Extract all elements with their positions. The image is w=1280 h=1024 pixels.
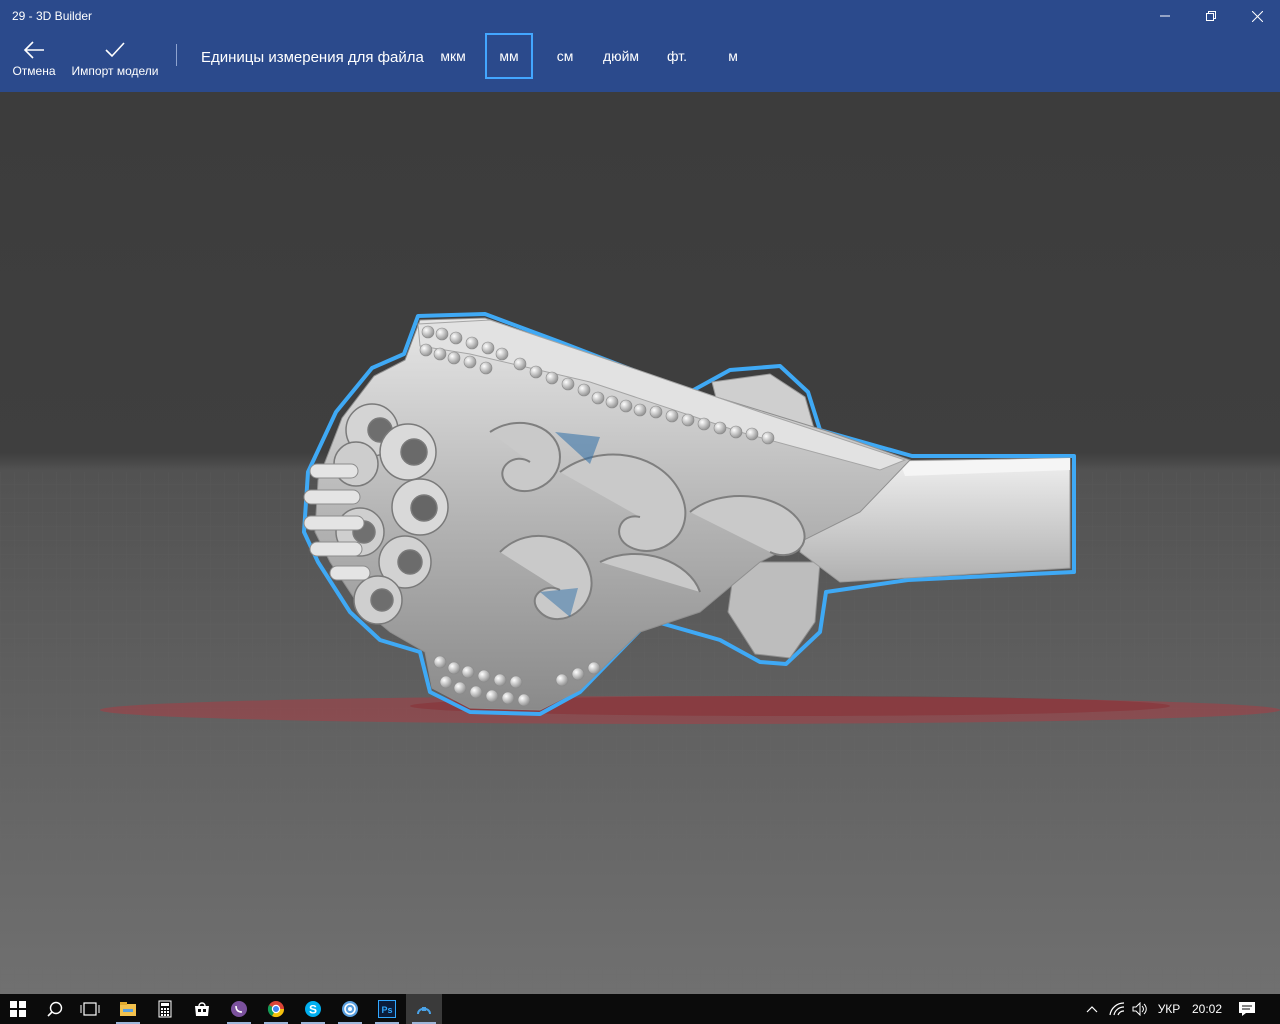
unit-option-um[interactable]: мкм [433,33,473,79]
photoshop-icon: Ps [378,1000,396,1018]
store-icon [195,1002,209,1016]
svg-text:Ps: Ps [381,1005,392,1015]
cancel-button[interactable]: Отмена [10,40,58,78]
minimize-icon [1160,15,1170,17]
import-model-label: Импорт модели [71,64,159,78]
taskbar-chrome[interactable] [258,994,294,1024]
action-center-button[interactable] [1232,994,1262,1024]
unit-option-m[interactable]: м [716,33,750,79]
start-button[interactable] [0,994,36,1024]
taskbar: S Ps УКР 20:02 [0,994,1280,1024]
taskbar-3d-builder[interactable] [406,994,442,1024]
chevron-up-icon [1086,1006,1098,1013]
unit-option-inch[interactable]: дюйм [596,33,646,79]
checkmark-icon [105,42,125,58]
app-bar: 29 - 3D Builder Отмена Импорт модели Еди… [0,0,1280,92]
3d-builder-icon [417,1007,431,1015]
task-view-button[interactable] [72,994,108,1024]
taskbar-calculator[interactable] [147,994,183,1024]
restore-button[interactable] [1188,0,1234,32]
notifications-icon [1239,1002,1255,1016]
3d-viewport[interactable] [0,92,1280,994]
units-label: Единицы измерения для файла [201,49,424,66]
windows-start-icon [10,1001,26,1017]
task-view-icon [80,1002,100,1016]
restore-icon [1206,11,1216,21]
taskbar-skype[interactable]: S [295,994,331,1024]
unit-option-cm[interactable]: см [545,33,585,79]
taskbar-app[interactable] [332,994,368,1024]
search-button[interactable] [37,994,73,1024]
toolbar-divider [176,44,177,66]
unit-option-mm[interactable]: мм [485,33,533,79]
app-icon [342,1001,358,1017]
cancel-label: Отмена [12,64,56,78]
taskbar-file-explorer[interactable] [110,994,146,1024]
viber-icon [231,1001,247,1017]
input-language[interactable]: УКР [1152,994,1186,1024]
back-arrow-icon [23,41,44,59]
import-model-button[interactable]: Импорт модели [68,40,162,78]
calculator-icon [158,1000,172,1018]
title-bar: 29 - 3D Builder [0,0,1280,32]
skype-icon: S [305,1001,321,1017]
taskbar-photoshop[interactable]: Ps [369,994,405,1024]
taskbar-store[interactable] [184,994,220,1024]
search-icon [47,1001,63,1017]
volume-button[interactable] [1130,994,1150,1024]
tray-overflow-button[interactable] [1082,994,1102,1024]
clock[interactable]: 20:02 [1188,994,1226,1024]
scene-canvas [0,312,1280,994]
window-title: 29 - 3D Builder [12,9,93,23]
taskbar-viber[interactable] [221,994,257,1024]
wifi-icon [1109,1002,1125,1016]
minimize-button[interactable] [1142,0,1188,32]
file-explorer-icon [120,1002,136,1016]
close-button[interactable] [1234,0,1280,32]
speaker-icon [1132,1002,1147,1016]
chrome-icon [267,1001,285,1018]
close-icon [1251,10,1263,22]
network-button[interactable] [1106,994,1128,1024]
unit-option-ft[interactable]: фт. [658,33,696,79]
svg-text:S: S [309,1003,317,1017]
